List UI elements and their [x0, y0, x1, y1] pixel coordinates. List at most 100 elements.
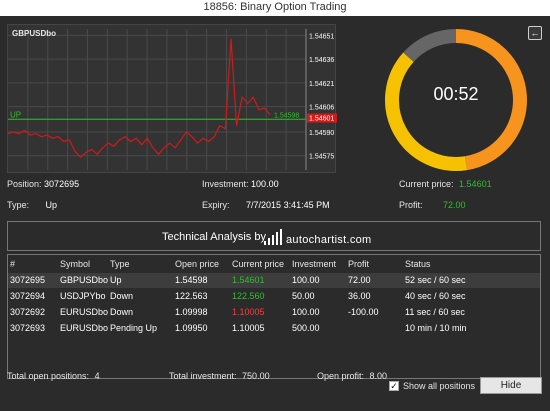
table-row[interactable]: 3072694 USDJPYbo Down 122.563 122.560 50.00 36…	[8, 289, 540, 304]
investment-value: 100.00	[251, 179, 279, 189]
current-price-value: 1.54601	[459, 179, 492, 189]
cell-symbol: EURUSDbo	[60, 307, 109, 317]
cell-id: 3072693	[10, 323, 46, 333]
total-open-value: 4	[94, 371, 100, 381]
expiry-label: Expiry:	[202, 200, 230, 210]
timer-elapsed-arc	[403, 29, 457, 63]
y-tick-label: 1.54621	[309, 81, 334, 88]
cell-investment: 100.00	[292, 307, 320, 317]
col-profit-header[interactable]: Profit	[348, 259, 369, 269]
trading-window: 1.54651 1.54636 1.54621 1.54606 1.54590 1.545…	[0, 16, 550, 411]
cell-id: 3072694	[10, 291, 46, 301]
expiry-value: 7/7/2015 3:41:45 PM	[246, 200, 330, 210]
total-investment-label: Total investment:	[169, 371, 237, 381]
autochartist-bars-icon	[264, 229, 282, 245]
position-value: 3072695	[44, 179, 80, 189]
price-chart-svg: 1.54651 1.54636 1.54621 1.54606 1.54590 1.545…	[8, 29, 337, 170]
investment-label: Investment:	[202, 179, 249, 189]
cell-investment: 500.00	[292, 323, 320, 333]
back-button[interactable]: ←	[528, 26, 542, 40]
profit-info: Profit: 72.00	[399, 200, 466, 210]
cell-current-price: 122.560	[232, 291, 265, 301]
cell-investment: 50.00	[292, 291, 315, 301]
cell-current-price: 1.10005	[232, 323, 265, 333]
y-tick-label: 1.54575	[309, 154, 334, 161]
cell-open-price: 1.09950	[175, 323, 208, 333]
y-tick-label: 1.54606	[309, 105, 334, 112]
total-investment-value: 750.00	[242, 371, 270, 381]
price-chart: 1.54651 1.54636 1.54621 1.54606 1.54590 1.545…	[7, 24, 337, 173]
checkmark-icon: ✓	[390, 381, 398, 391]
total-open-positions: Total open positions: 4	[7, 371, 100, 381]
cell-status: 40 sec / 60 sec	[405, 291, 466, 301]
technical-analysis-label: Technical Analysis by	[162, 231, 266, 243]
col-id-header[interactable]: #	[10, 259, 15, 269]
expiry-timer: 00:52	[380, 24, 532, 176]
profit-label: Profit:	[399, 200, 423, 210]
y-tick-label: 1.54651	[309, 33, 334, 40]
current-price-info: Current price: 1.54601	[399, 179, 492, 189]
back-arrow-icon: ←	[530, 28, 540, 38]
table-row[interactable]: 3072695 GBPUSDbo Up 1.54598 1.54601 100.00 72.…	[8, 273, 540, 288]
type-label: Type:	[7, 200, 30, 210]
positions-table: # Symbol Type Open price Current price I…	[7, 254, 541, 379]
timer-remaining: 00:52	[433, 84, 479, 104]
cell-type: Down	[110, 291, 134, 301]
cell-status: 11 sec / 60 sec	[405, 307, 465, 317]
cell-symbol: USDJPYbo	[60, 291, 106, 301]
table-row[interactable]: 3072693 EURUSDbo Pending Up 1.09950 1.10005 5…	[8, 321, 540, 336]
window-title: 18856: Binary Option Trading	[0, 0, 550, 16]
open-profit: Open profit: 8.00	[317, 371, 387, 381]
col-type-header[interactable]: Type	[110, 259, 130, 269]
col-current-price-header[interactable]: Current price	[232, 259, 284, 269]
cell-type: Pending Up	[110, 323, 158, 333]
table-header: # Symbol Type Open price Current price I…	[8, 257, 540, 272]
cell-symbol: EURUSDbo	[60, 323, 109, 333]
cell-open-price: 122.563	[175, 291, 208, 301]
current-price-label: 1.54601	[309, 116, 334, 123]
col-status-header[interactable]: Status	[405, 259, 431, 269]
cell-open-price: 1.09998	[175, 307, 208, 317]
autochartist-logo-text: autochartist.com	[286, 234, 372, 246]
hide-button[interactable]: Hide	[480, 377, 542, 394]
position-info: Position: 3072695	[7, 179, 79, 189]
col-open-price-header[interactable]: Open price	[175, 259, 219, 269]
col-investment-header[interactable]: Investment	[292, 259, 336, 269]
total-open-label: Total open positions:	[7, 371, 90, 381]
table-row[interactable]: 3072692 EURUSDbo Down 1.09998 1.10005 100.00 -…	[8, 305, 540, 320]
cell-status: 52 sec / 60 sec	[405, 275, 466, 285]
type-info: Type: Up	[7, 200, 57, 210]
cell-profit: -100.00	[348, 307, 379, 317]
timer-remaining-arc	[385, 52, 468, 171]
show-all-positions-label[interactable]: Show all positions	[403, 381, 475, 391]
investment-info: Investment: 100.00	[202, 179, 279, 189]
profit-value: 72.00	[443, 200, 466, 210]
col-symbol-header[interactable]: Symbol	[60, 259, 90, 269]
technical-analysis-button[interactable]: Technical Analysis by autochartist.com	[7, 221, 541, 251]
cell-id: 3072695	[10, 275, 46, 285]
direction-label: UP	[10, 110, 21, 119]
cell-investment: 100.00	[292, 275, 320, 285]
cell-profit: 72.00	[348, 275, 371, 285]
open-price-label: 1.54598	[274, 112, 299, 119]
y-tick-label: 1.54590	[309, 130, 334, 137]
cell-current-price: 1.10005	[232, 307, 265, 317]
cell-status: 10 min / 10 min	[405, 323, 467, 333]
cell-id: 3072692	[10, 307, 46, 317]
chart-symbol: GBPUSDbo	[12, 29, 56, 38]
cell-current-price: 1.54601	[232, 275, 265, 285]
open-profit-value: 8.00	[369, 371, 388, 381]
cell-symbol: GBPUSDbo	[60, 275, 109, 285]
show-all-positions-checkbox[interactable]: ✓	[389, 381, 399, 391]
type-value: Up	[45, 200, 58, 210]
cell-open-price: 1.54598	[175, 275, 208, 285]
expiry-info: Expiry: 7/7/2015 3:41:45 PM	[202, 200, 330, 210]
cell-type: Down	[110, 307, 134, 317]
position-label: Position:	[7, 179, 42, 189]
total-investment: Total investment: 750.00	[169, 371, 270, 381]
current-price-label: Current price:	[399, 179, 454, 189]
cell-type: Up	[110, 275, 122, 285]
cell-profit: 36.00	[348, 291, 371, 301]
y-tick-label: 1.54636	[309, 57, 334, 64]
open-profit-label: Open profit:	[317, 371, 365, 381]
